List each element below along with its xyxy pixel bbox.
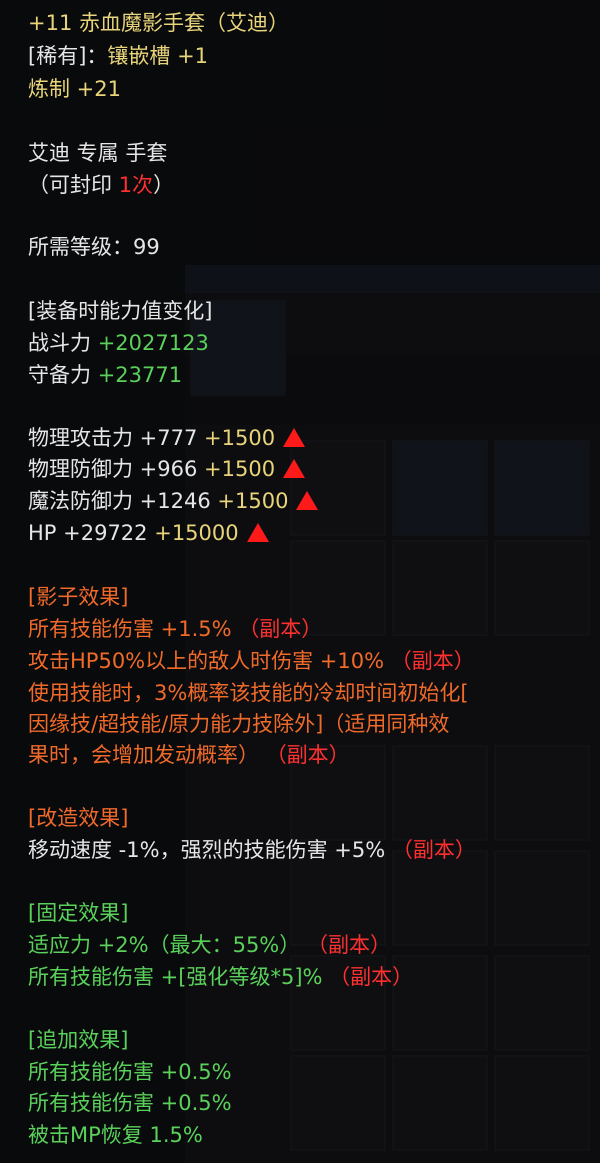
seal-count: 1次 [118,173,154,197]
extra-effect-line: 所有技能伤害 +0.5% [28,1060,232,1084]
stat-up-arrow-icon [296,491,319,510]
combat-power-label: 战斗力 [28,331,91,355]
stat-change-header: [装备时能力值变化] [28,299,213,323]
dungeon-tag: （副本） [390,649,475,673]
seal-info: （可封印 1次） [28,170,174,200]
effect-text: 果时，会增加发动概率） [28,743,259,767]
stat-bonus: +1500 [204,426,276,450]
shadow-effect-line: 所有技能伤害 +1.5% （副本） [28,614,322,644]
fixed-effect-line: 所有技能伤害 +[强化等级*5]% （副本） [28,962,413,992]
stat-line-physical-attack: 物理攻击力 +777 +1500 [28,423,306,453]
item-name: +11 赤血魔影手套（艾迪） [28,11,289,35]
effect-text: 攻击HP50%以上的敌人时伤害 +10% [28,649,385,673]
seal-suffix: ） [153,173,175,197]
stat-line-magic-defense: 魔法防御力 +1246 +1500 [28,486,319,516]
stat-label: HP +29722 [28,521,148,545]
dungeon-tag: （副本） [238,617,323,641]
refine-level: 炼制 +21 [28,77,121,101]
shadow-effect-line: 果时，会增加发动概率） （副本） [28,740,350,770]
shadow-effect-line: 因缘技/超技能/原力能力技除外]（适用同种效 [28,712,450,736]
rarity-separator: ： [86,44,108,68]
effect-text: 所有技能伤害 +1.5% [28,617,232,641]
dungeon-tag: （副本） [391,838,476,862]
effect-text: 移动速度 -1%，强烈的技能伤害 +5% [28,838,386,862]
modify-effect-header: [改造效果] [28,806,129,830]
modify-effect-line: 移动速度 -1%，强烈的技能伤害 +5% （副本） [28,835,476,865]
stat-bonus: +15000 [154,521,239,545]
combat-power-value: +2027123 [97,331,209,355]
rarity-line: [稀有]：镶嵌槽 +1 [28,41,208,71]
stat-up-arrow-icon [246,523,269,542]
extra-effect-header: [追加效果] [28,1028,129,1052]
socket-info: 镶嵌槽 +1 [107,44,209,68]
fixed-effect-header: [固定效果] [28,901,129,925]
shadow-effect-line: 攻击HP50%以上的敌人时伤害 +10% （副本） [28,646,475,676]
defense-power-line: 守备力 +23771 [28,360,182,390]
defense-power-label: 守备力 [28,363,91,387]
item-class-type: 艾迪 专属 手套 [28,141,168,165]
effect-text: 适应力 +2%（最大：55%） [28,933,301,957]
stat-up-arrow-icon [283,459,306,478]
stat-label: 魔法防御力 +1246 [28,489,211,513]
shadow-effect-line: 使用技能时，3%概率该技能的冷却时间初始化[ [28,681,469,705]
stat-up-arrow-icon [283,428,306,447]
dungeon-tag: （副本） [306,933,391,957]
level-requirement: 所需等级：99 [28,235,160,259]
extra-effect-line: 被击MP恢复 1.5% [28,1123,203,1147]
shadow-effect-header: [影子效果] [28,585,129,609]
stat-line-physical-defense: 物理防御力 +966 +1500 [28,454,306,484]
defense-power-value: +23771 [97,363,183,387]
combat-power-line: 战斗力 +2027123 [28,328,209,358]
stat-bonus: +1500 [217,489,289,513]
stat-label: 物理攻击力 +777 [28,426,198,450]
rarity-label: [稀有] [28,44,87,68]
extra-effect-line: 所有技能伤害 +0.5% [28,1091,232,1115]
stat-label: 物理防御力 +966 [28,457,198,481]
item-tooltip: +11 赤血魔影手套（艾迪） [稀有]：镶嵌槽 +1 炼制 +21 艾迪 专属 … [0,0,600,1163]
seal-prefix: （可封印 [28,173,119,197]
fixed-effect-line: 适应力 +2%（最大：55%） （副本） [28,930,391,960]
effect-text: 所有技能伤害 +[强化等级*5]% [28,965,323,989]
stat-bonus: +1500 [204,457,276,481]
dungeon-tag: （副本） [265,743,350,767]
dungeon-tag: （副本） [329,965,414,989]
stat-line-hp: HP +29722 +15000 [28,518,269,548]
